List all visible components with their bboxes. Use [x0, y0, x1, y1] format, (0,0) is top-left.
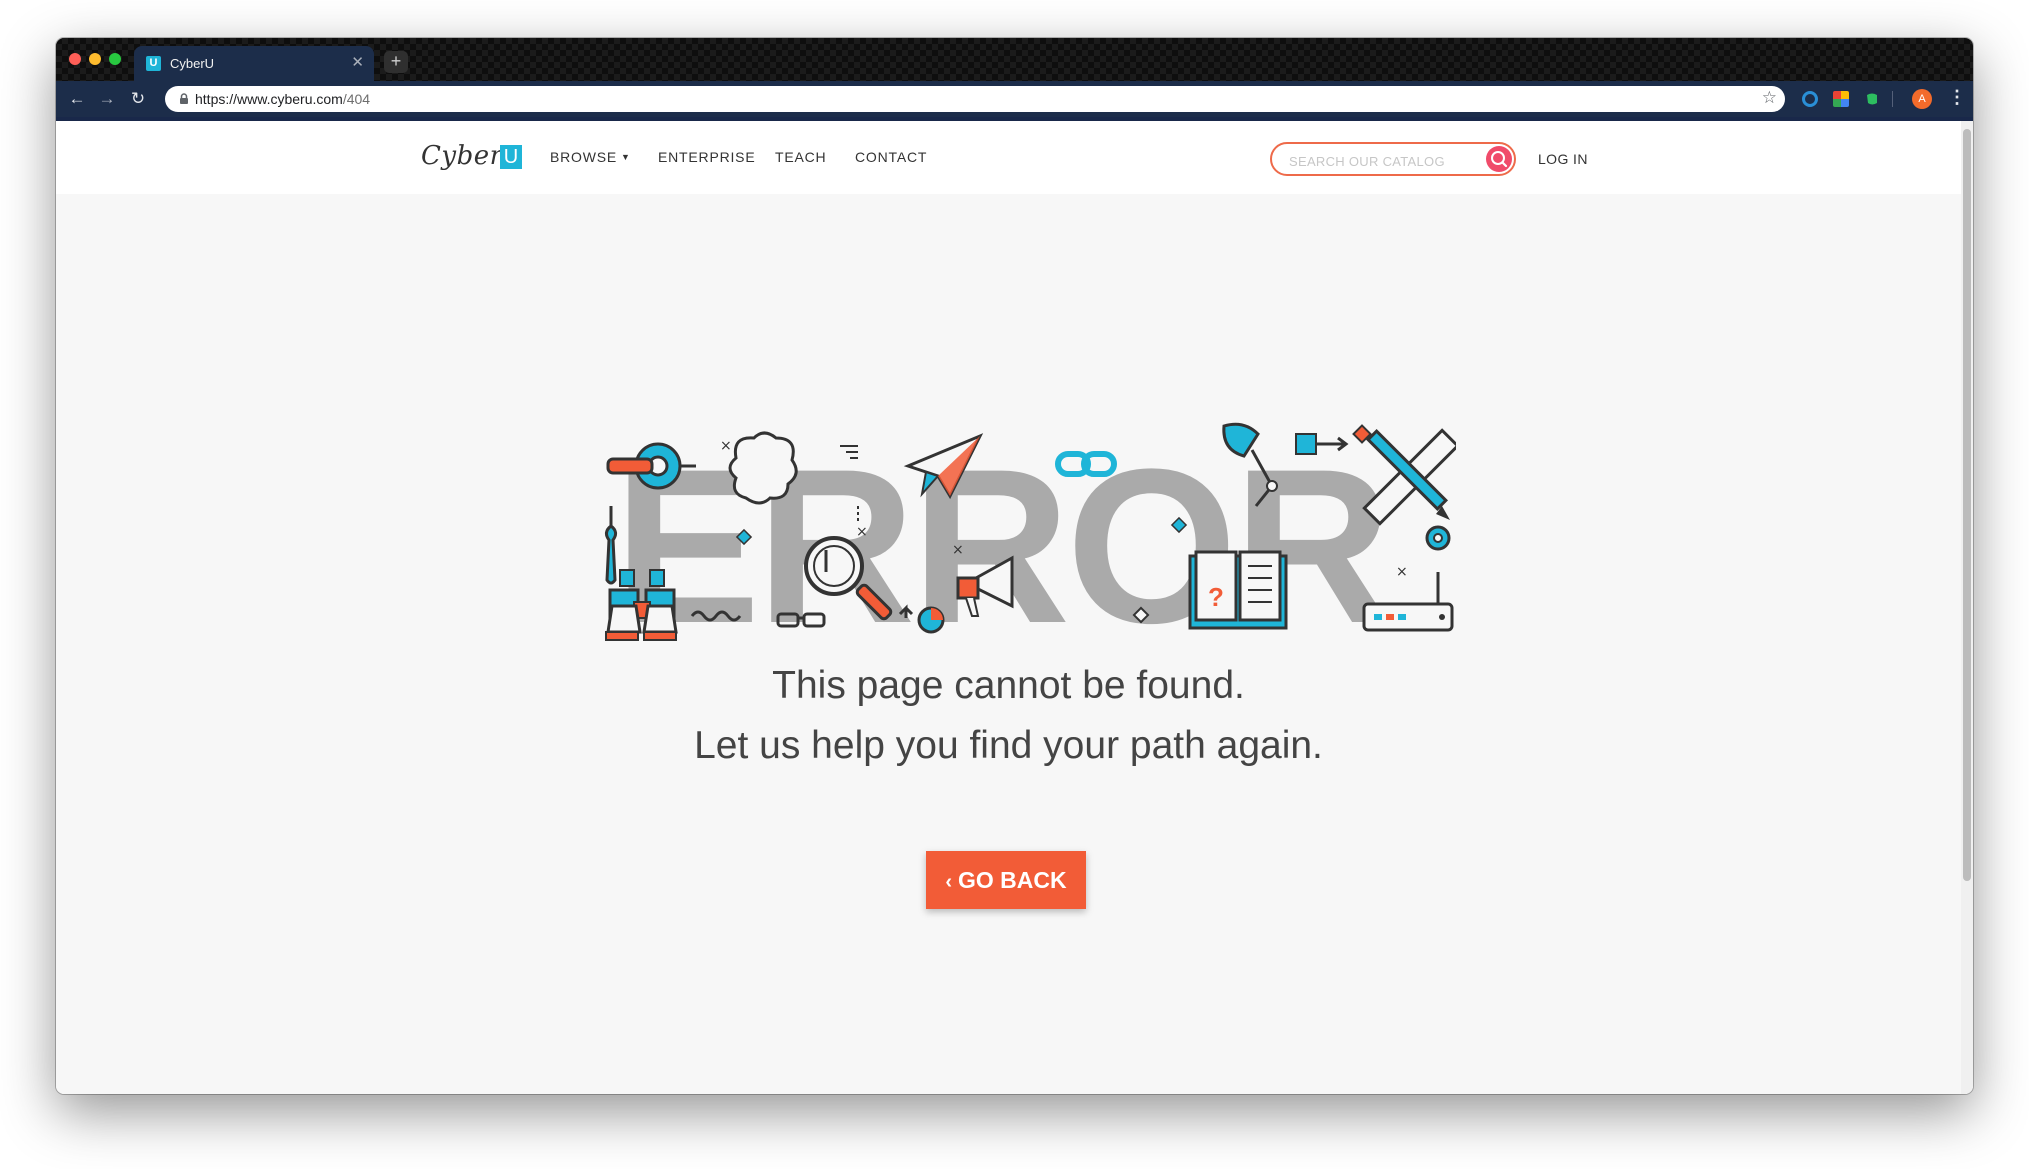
maximize-window-button[interactable] [109, 53, 121, 65]
browser-tab[interactable]: U CyberU ✕ [134, 46, 374, 81]
svg-text:?: ? [1208, 582, 1224, 612]
error-message-line2: Let us help you find your path again. [694, 724, 1323, 767]
small-gear-icon [1425, 525, 1451, 551]
scrollbar-thumb[interactable] [1963, 129, 1971, 881]
new-tab-button[interactable]: + [384, 51, 408, 73]
address-bar[interactable]: https://www.cyberu.com/404 ☆ [165, 86, 1785, 112]
profile-avatar[interactable]: A [1912, 89, 1932, 109]
browser-menu-icon[interactable]: ⋮ [1948, 87, 1966, 108]
minimize-window-button[interactable] [89, 53, 101, 65]
bookmark-star-icon[interactable]: ☆ [1762, 88, 1777, 108]
extension-colorful-icon[interactable] [1833, 91, 1849, 107]
catalog-search [1270, 142, 1516, 176]
chevron-left-icon: ‹ [945, 870, 953, 893]
favicon-icon: U [146, 56, 161, 71]
login-link[interactable]: LOG IN [1538, 151, 1588, 167]
tab-close-icon[interactable]: ✕ [351, 53, 364, 71]
error-message-line1: This page cannot be found. [772, 664, 1245, 707]
caret-down-icon: ▼ [621, 152, 631, 162]
search-button[interactable] [1486, 146, 1512, 172]
page-scrollbar[interactable] [1961, 121, 1973, 1094]
go-back-button[interactable]: ‹ GO BACK [926, 851, 1086, 909]
nav-contact[interactable]: CONTACT [855, 149, 927, 165]
error-illustration: ERROR ? × × × × [604, 422, 1456, 656]
svg-text:×: × [856, 524, 868, 540]
search-input[interactable] [1287, 150, 1471, 172]
evernote-elephant-icon[interactable] [1864, 91, 1880, 107]
search-icon [1491, 151, 1508, 168]
open-book-icon: ? [1188, 550, 1288, 630]
brain-icon [728, 431, 798, 505]
close-window-button[interactable] [69, 53, 81, 65]
svg-text:×: × [1396, 564, 1408, 580]
browser-toolbar: ← → ↻ https://www.cyberu.com/404 ☆ A ⋮ [56, 81, 1973, 117]
title-bar: U CyberU ✕ + [56, 38, 1973, 81]
nav-teach[interactable]: TEACH [775, 149, 826, 165]
url-text: https://www.cyberu.com/404 [195, 91, 371, 107]
forward-arrow-icon[interactable]: → [96, 88, 118, 110]
page-content: Cyber U BROWSE ▼ ENTERPRISE TEACH CONTACT… [56, 121, 1973, 1094]
extension-circle-icon[interactable] [1802, 91, 1818, 107]
nav-browse[interactable]: BROWSE ▼ [550, 149, 631, 165]
toolbar-divider [1892, 91, 1893, 107]
nav-enterprise[interactable]: ENTERPRISE [658, 149, 755, 165]
svg-text:×: × [952, 542, 964, 558]
browser-window: U CyberU ✕ + ← → ↻ https://www.cyberu.co… [56, 38, 1973, 1094]
back-arrow-icon[interactable]: ← [66, 88, 88, 110]
reload-icon[interactable]: ↻ [127, 88, 149, 110]
lock-icon [180, 93, 188, 104]
svg-text:×: × [720, 438, 732, 454]
site-header: Cyber U BROWSE ▼ ENTERPRISE TEACH CONTACT… [56, 121, 1961, 194]
tab-title: CyberU [170, 56, 215, 71]
